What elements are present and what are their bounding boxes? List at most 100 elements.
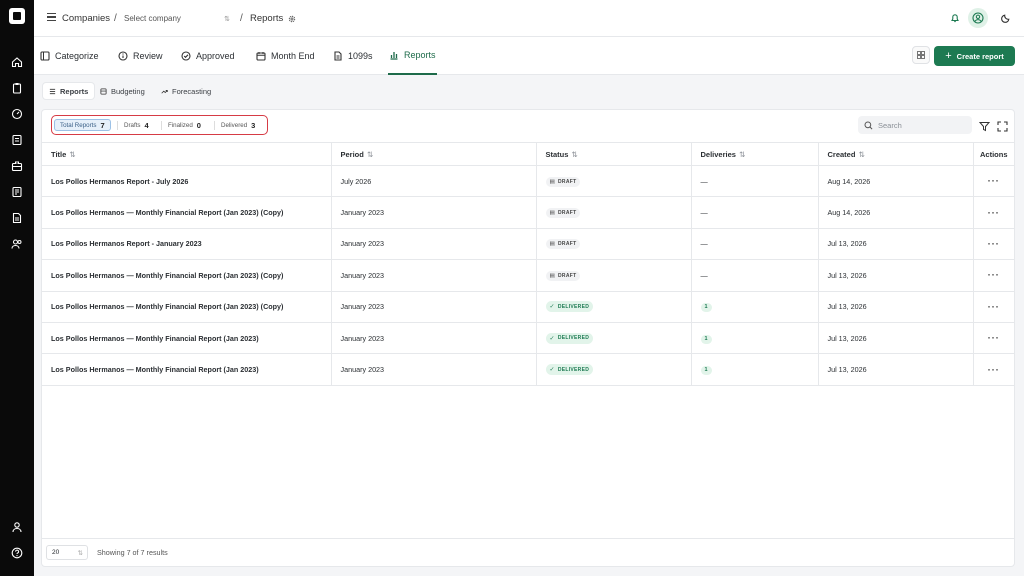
deliveries-cell: — xyxy=(691,228,819,261)
deliveries-empty: — xyxy=(700,176,708,186)
briefcase-icon[interactable] xyxy=(11,160,23,172)
calendar-icon xyxy=(256,52,266,61)
clipboard-icon[interactable] xyxy=(11,82,23,94)
filter-drafts[interactable]: Drafts 4 xyxy=(119,119,154,131)
moon-dark-mode-icon[interactable] xyxy=(996,8,1016,28)
search-placeholder: Search xyxy=(878,120,902,130)
main-tabs-bar: Categorize Review Approved Month End 109… xyxy=(34,37,1024,75)
column-header-actions: Actions xyxy=(973,142,1014,166)
plus-icon: + xyxy=(945,50,952,62)
status-text: DELIVERED xyxy=(557,366,590,373)
column-header-period[interactable]: Period ⇅ xyxy=(331,142,537,166)
create-report-button[interactable]: + Create report xyxy=(934,46,1015,66)
column-header-title[interactable]: Title ⇅ xyxy=(42,142,332,166)
table-row[interactable]: Los Pollos Hermanos — Monthly Financial … xyxy=(42,259,1014,292)
report-title-cell[interactable]: Los Pollos Hermanos — Monthly Financial … xyxy=(42,322,332,355)
divider xyxy=(214,121,215,130)
tab-month-end[interactable]: Month End xyxy=(256,37,315,75)
subtab-budgeting[interactable]: Budgeting xyxy=(94,83,151,99)
updown-chevron-icon: ⇅ xyxy=(224,15,230,23)
table-row[interactable]: Los Pollos Hermanos — Monthly Financial … xyxy=(42,291,1014,323)
tab-1099s[interactable]: 1099s xyxy=(333,37,373,75)
breadcrumb-separator: / xyxy=(240,13,243,24)
company-select[interactable]: Select company ⇅ xyxy=(124,11,230,26)
page-size-select[interactable]: 20 ⇅ xyxy=(46,545,88,560)
bell-icon[interactable] xyxy=(945,8,965,28)
sort-icon[interactable]: ⇅ xyxy=(367,150,373,159)
table-row[interactable]: Los Pollos Hermanos — Monthly Financial … xyxy=(42,322,1014,355)
filter-delivered[interactable]: Delivered 3 xyxy=(216,119,260,131)
actions-cell: ··· xyxy=(973,259,1014,292)
column-header-created[interactable]: Created ⇅ xyxy=(818,142,974,166)
fullscreen-expand-icon[interactable] xyxy=(997,119,1008,132)
deliveries-cell: — xyxy=(691,196,819,229)
column-header-status[interactable]: Status ⇅ xyxy=(536,142,692,166)
more-actions-icon[interactable]: ··· xyxy=(988,239,1000,249)
breadcrumb-separator: / xyxy=(114,13,117,24)
report-title-cell[interactable]: Los Pollos Hermanos — Monthly Financial … xyxy=(42,353,332,386)
user-avatar-icon[interactable] xyxy=(968,8,988,28)
sort-icon[interactable]: ⇅ xyxy=(739,150,745,159)
filter-count: 4 xyxy=(144,120,149,130)
status-text: DRAFT xyxy=(558,178,577,185)
deliveries-cell: — xyxy=(691,259,819,292)
subtab-reports[interactable]: Reports xyxy=(43,83,95,99)
report-title-cell[interactable]: Los Pollos Hermanos Report - January 202… xyxy=(42,228,332,261)
help-icon[interactable] xyxy=(11,547,23,559)
report-title-cell[interactable]: Los Pollos Hermanos — Monthly Financial … xyxy=(42,259,332,292)
table-row[interactable]: Los Pollos Hermanos — Monthly Financial … xyxy=(42,353,1014,386)
check-icon: ✓ xyxy=(549,335,555,342)
status-badge: ▤ DRAFT xyxy=(545,176,581,187)
sort-icon[interactable]: ⇅ xyxy=(571,150,577,159)
report-icon[interactable] xyxy=(11,212,23,224)
check-icon: ✓ xyxy=(549,367,555,374)
page-size-value: 20 xyxy=(52,549,60,556)
status-badge: ▤ DRAFT xyxy=(545,208,581,219)
table-header-row: Title ⇅ Period ⇅ Status ⇅ Deliveries ⇅ Creat… xyxy=(42,142,1014,166)
hamburger-menu-icon[interactable] xyxy=(47,13,56,22)
profile-icon[interactable] xyxy=(11,521,23,533)
breadcrumb-companies[interactable]: Companies xyxy=(62,0,110,37)
status-filter-group: Total Reports 7 Drafts 4 Finalized 0 Del… xyxy=(51,115,268,135)
more-actions-icon[interactable]: ··· xyxy=(988,365,1000,375)
more-actions-icon[interactable]: ··· xyxy=(988,208,1000,218)
filter-funnel-icon[interactable] xyxy=(978,119,991,132)
column-header-deliveries[interactable]: Deliveries ⇅ xyxy=(691,142,819,166)
home-icon[interactable] xyxy=(11,56,23,68)
status-badge: ✓ DELIVERED xyxy=(545,332,594,344)
sort-icon[interactable]: ⇅ xyxy=(858,150,864,159)
deliveries-cell: 1 xyxy=(691,291,819,323)
users-icon[interactable] xyxy=(11,238,23,250)
ledger-icon[interactable] xyxy=(11,134,23,146)
more-actions-icon[interactable]: ··· xyxy=(988,270,1000,280)
created-cell: Jul 13, 2026 xyxy=(818,291,974,323)
table-row[interactable]: Los Pollos Hermanos Report - January 202… xyxy=(42,228,1014,261)
app-logo[interactable] xyxy=(9,8,25,24)
layout-grid-button[interactable] xyxy=(912,46,930,64)
more-actions-icon[interactable]: ··· xyxy=(988,333,1000,343)
book-icon[interactable] xyxy=(11,186,23,198)
more-actions-icon[interactable]: ··· xyxy=(988,302,1000,312)
filter-total-reports[interactable]: Total Reports 7 xyxy=(54,119,111,131)
sort-icon[interactable]: ⇅ xyxy=(69,150,75,159)
gauge-icon[interactable] xyxy=(11,108,23,120)
report-title-cell[interactable]: Los Pollos Hermanos Report - July 2026 xyxy=(42,165,332,198)
filter-finalized[interactable]: Finalized 0 xyxy=(163,119,206,131)
actions-cell: ··· xyxy=(973,165,1014,198)
tab-reports[interactable]: Reports xyxy=(388,37,437,75)
subtab-label: Forecasting xyxy=(172,86,212,96)
document-icon: ▤ xyxy=(549,272,555,279)
tab-approved[interactable]: Approved xyxy=(181,37,235,75)
updown-chevron-icon: ⇅ xyxy=(77,549,83,557)
table-row[interactable]: Los Pollos Hermanos — Monthly Financial … xyxy=(42,196,1014,229)
status-badge: ✓ DELIVERED xyxy=(545,301,594,313)
more-actions-icon[interactable]: ··· xyxy=(988,176,1000,186)
table-row[interactable]: Los Pollos Hermanos Report - July 2026 J… xyxy=(42,165,1014,198)
report-title-cell[interactable]: Los Pollos Hermanos — Monthly Financial … xyxy=(42,196,332,229)
search-input[interactable]: Search xyxy=(858,116,972,134)
report-title-cell[interactable]: Los Pollos Hermanos — Monthly Financial … xyxy=(42,291,332,323)
settings-gear-icon[interactable] xyxy=(288,0,296,37)
tab-categorize[interactable]: Categorize xyxy=(40,37,99,75)
tab-review[interactable]: Review xyxy=(118,37,163,75)
subtab-forecasting[interactable]: Forecasting xyxy=(155,83,217,99)
